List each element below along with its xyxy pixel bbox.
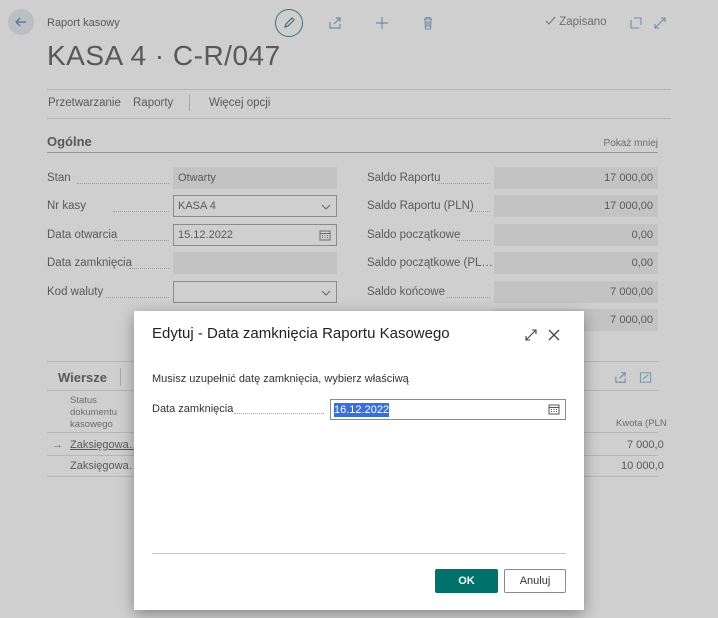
closing-date-input[interactable]: 16.12.2022	[330, 399, 566, 420]
dialog-footer-divider	[152, 553, 566, 554]
edit-closing-date-dialog: Edytuj - Data zamknięcia Raportu Kasoweg…	[134, 311, 584, 610]
closing-date-input-value: 16.12.2022	[334, 402, 390, 417]
expand-icon	[525, 329, 537, 341]
label-dots	[234, 413, 324, 414]
dialog-message: Musisz uzupełnić datę zamknięcia, wybier…	[152, 373, 409, 385]
dialog-expand-button[interactable]	[520, 324, 542, 346]
dialog-field-label: Data zamknięcia	[152, 403, 234, 415]
close-icon	[548, 329, 560, 341]
dialog-title: Edytuj - Data zamknięcia Raportu Kasoweg…	[152, 325, 450, 342]
calendar-icon[interactable]	[548, 403, 560, 415]
dialog-close-button[interactable]	[543, 324, 565, 346]
ok-button[interactable]: OK	[435, 569, 498, 593]
cancel-button[interactable]: Anuluj	[504, 569, 566, 593]
